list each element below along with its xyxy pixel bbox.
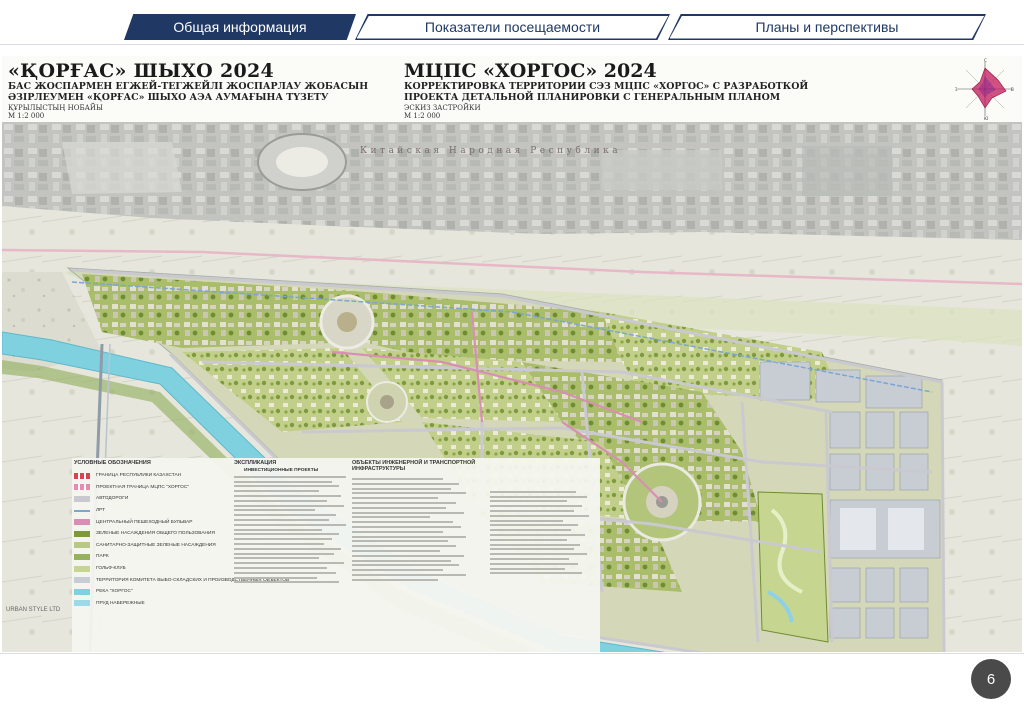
poster-note-kz-1: ҚҰРЫЛЫСТЫҢ НОБАЙЫ — [8, 104, 103, 112]
legend-item: ЦЕНТРАЛЬНЫЙ ПЕШЕХОДНЫЙ БУЛЬВАР — [74, 516, 224, 528]
legend-item: РЕКА "ХОРГОС" — [74, 586, 224, 598]
svg-text:З: З — [955, 87, 958, 92]
legend-item: ТЕРРИТОРИЯ КОМИТЕТА ВЫБО-СКЛАДСКИХ И ПРО… — [74, 574, 289, 586]
legend-item: ЗЕЛЕНЫЕ НАСАЖДЕНИЯ ОБЩЕГО ПОЛЬЗОВАНИЯ — [74, 528, 224, 540]
pond-swatch-icon — [74, 600, 90, 607]
svg-text:В: В — [1011, 87, 1014, 92]
urban-style-tag: URBAN STYLE LTD — [6, 607, 61, 613]
boulevard-swatch-icon — [74, 519, 90, 526]
tab-attendance[interactable]: Показатели посещаемости — [355, 14, 670, 40]
infrastructure-list-2 — [490, 488, 600, 638]
legend-item: АВТОДОРОГИ — [74, 493, 224, 505]
poster-note-ru-1: ЭСКИЗ ЗАСТРОЙКИ — [404, 104, 481, 112]
tab-plans-label: Планы и перспективы — [755, 19, 899, 35]
tab-general-info-label: Общая информация — [173, 19, 307, 35]
china-label: Китайская Народная Республика — [360, 146, 622, 156]
poster-title-kz: «ҚОРҒАС» ШЫХО 2024 — [8, 60, 275, 82]
tab-bar: Общая информация Показатели посещаемости… — [0, 14, 1024, 40]
green-public-swatch-icon — [74, 530, 90, 537]
park-swatch-icon — [74, 553, 90, 560]
border-swatch-icon — [74, 472, 90, 479]
road-swatch-icon — [74, 495, 90, 502]
poster-subtitle-kz-1: БАС ЖОСПАРМЕН ЕГЖЕЙ-ТЕГЖЕЙЛІ ЖОСПАРЛАУ Ж… — [8, 81, 369, 92]
legend-item: ПРОЕКТНАЯ ГРАНИЦА МЦПС "ХОРГОС" — [74, 482, 224, 494]
tab-divider — [0, 44, 1024, 45]
explication: ЭКСПЛИКАЦИЯ ИНВЕСТИЦИОННЫЕ ПРОЕКТЫ — [234, 460, 356, 644]
poster-subtitle-ru-2: ПРОЕКТА ДЕТАЛЬНОЙ ПЛАНИРОВКИ С ГЕНЕРАЛЬН… — [404, 92, 781, 103]
svg-text:Ю: Ю — [984, 116, 989, 120]
legend-item: ЛРТ — [74, 505, 224, 517]
svg-text:С: С — [984, 58, 987, 63]
poster-title-ru: МЦПС «ХОРГОС» 2024 — [404, 60, 657, 82]
tab-attendance-label: Показатели посещаемости — [424, 19, 601, 35]
legend-item: ГРАНИЦА РЕСПУБЛИКИ КАЗАХСТАН — [74, 470, 224, 482]
lrt-swatch-icon — [74, 509, 90, 512]
footer-divider — [0, 653, 1024, 654]
infrastructure-title: ОБЪЕКТЫ ИНЖЕНЕРНОЙ И ТРАНСПОРТНОЙ ИНФРАС… — [352, 460, 476, 472]
explication-title: ЭКСПЛИКАЦИЯ — [234, 460, 277, 466]
master-plan-poster: «ҚОРҒАС» ШЫХО 2024 БАС ЖОСПАРМЕН ЕГЖЕЙ-Т… — [2, 56, 1022, 652]
golf-swatch-icon — [74, 565, 90, 572]
poster-scale-kz: М 1:2 000 — [8, 112, 45, 120]
warehouse-swatch-icon — [74, 577, 90, 584]
legend-item: ПРУД НАБЕРЕЖНЫЕ — [74, 598, 224, 610]
tab-plans[interactable]: Планы и перспективы — [668, 14, 986, 40]
poster-subtitle-kz-2: ӘЗІРЛЕУМЕН «ҚОРҒАС» ШЫХО АЭА АУМАҒЫНА ТҮ… — [8, 92, 329, 103]
page-number-badge: 6 — [971, 659, 1011, 699]
legend-title: УСЛОВНЫЕ ОБОЗНАЧЕНИЯ — [74, 460, 151, 466]
legend-item: ПАРК — [74, 551, 224, 563]
poster-scale-ru: М 1:2 000 — [404, 112, 441, 120]
legend-item: САНИТАРНО-ЗАЩИТНЫЕ ЗЕЛЕНЫЕ НАСАЖДЕНИЯ — [74, 540, 224, 552]
green-protective-swatch-icon — [74, 542, 90, 549]
infrastructure-list: ОБЪЕКТЫ ИНЖЕНЕРНОЙ И ТРАНСПОРТНОЙ ИНФРАС… — [352, 460, 482, 644]
poster-header: «ҚОРҒАС» ШЫХО 2024 БАС ЖОСПАРМЕН ЕГЖЕЙ-Т… — [2, 56, 1022, 122]
map-legend: УСЛОВНЫЕ ОБОЗНАЧЕНИЯ ГРАНИЦА РЕСПУБЛИКИ … — [74, 460, 289, 644]
poster-subtitle-ru-1: КОРРЕКТИРОВКА ТЕРРИТОРИИ СЭЗ МЦПС «ХОРГО… — [404, 81, 809, 92]
explication-subtitle: ИНВЕСТИЦИОННЫЕ ПРОЕКТЫ — [244, 468, 319, 473]
legend-item: ГОЛЬФ-КЛУБ — [74, 563, 224, 575]
project-boundary-swatch-icon — [74, 484, 90, 491]
wind-rose-icon: С З В Ю — [955, 58, 1014, 120]
tab-general-info[interactable]: Общая информация — [124, 14, 356, 40]
river-swatch-icon — [74, 588, 90, 595]
